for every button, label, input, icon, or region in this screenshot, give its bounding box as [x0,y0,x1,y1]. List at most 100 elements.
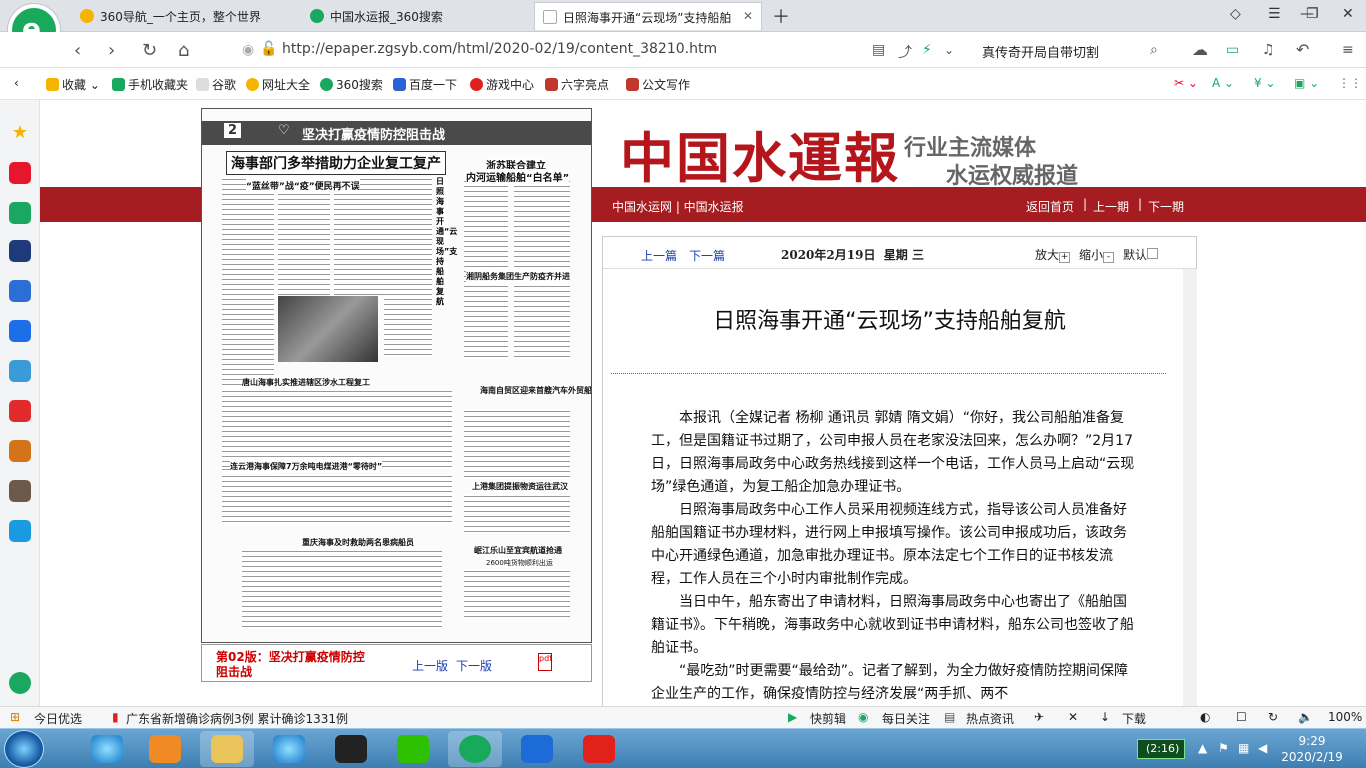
next-page-link[interactable]: 下一版 [456,657,492,674]
game-icon[interactable] [9,480,31,502]
cloud-icon[interactable]: ☁ [1192,40,1208,59]
prev-issue-link[interactable]: 上一期 [1093,198,1129,215]
ie-taskbar-button[interactable] [262,731,316,767]
bookmark-mobile[interactable]: 手机收藏夹 [112,76,188,93]
prev-page-link[interactable]: 上一版 [412,657,448,674]
download-icon: ↓ [1100,710,1111,724]
restore-button[interactable]: ❐ [1306,6,1319,22]
explorer-taskbar-button[interactable] [200,731,254,767]
zoom-out-button[interactable]: 缩小 - [1079,246,1115,263]
ff-taskbar-button[interactable] [572,731,626,767]
speaker-icon[interactable]: ◐ [1200,710,1210,724]
bookmark-games[interactable]: 游戏中心 [470,76,534,93]
lock-icon[interactable]: ✕ [1068,710,1078,724]
prev-article-link[interactable]: 上一篇 [641,247,677,264]
sound-icon[interactable]: 🔈 [1298,710,1313,724]
page-thumbnail[interactable]: 2 ♡ 坚决打赢疫情防控阻击战 海事部门多举措助力企业复工复产 “蓝丝带”战“疫… [201,108,592,643]
window-icon[interactable]: ☐ [1236,710,1247,724]
downloads[interactable]: 下载 [1122,710,1146,727]
red-app-icon[interactable] [9,400,31,422]
hot-news[interactable]: 热点资讯 [966,710,1014,727]
bookmark-favorites[interactable]: 收藏 ⌄ [46,76,100,93]
daily-focus[interactable]: 每日关注 [882,710,930,727]
pdf-icon[interactable]: pdf [538,653,552,671]
game-icon[interactable] [9,440,31,462]
close-window-button[interactable]: ✕ [1342,6,1354,22]
weibo-icon[interactable] [9,162,31,184]
bookmark-360search[interactable]: 360搜索 [320,76,383,93]
new-tab-button[interactable]: ＋ [772,3,790,29]
network-icon[interactable]: ▦ [1238,741,1249,755]
system-clock[interactable]: 9:29 2020/2/19 [1280,733,1344,765]
default-size-button[interactable]: 默认 [1123,246,1159,263]
bookmark-baidu[interactable]: 百度一下 [393,76,457,93]
pin-icon[interactable]: ✈ [1034,710,1044,724]
zoom-in-button[interactable]: 放大 + [1035,246,1071,263]
media-taskbar-button[interactable] [138,731,192,767]
battery-status[interactable]: (2:16) [1137,739,1185,759]
video-taskbar-button[interactable] [324,731,378,767]
home-icon[interactable]: ⌂ [178,40,189,61]
money-icon[interactable]: ¥ ⌄ [1254,76,1276,90]
add-icon[interactable] [9,672,31,694]
game-icon[interactable] [9,360,31,382]
home-link[interactable]: 返回首页 [1026,198,1074,215]
skin-icon[interactable]: ◇ [1230,6,1241,22]
article-date: 2020年2月19日 星期 三 [781,248,924,262]
word-icon[interactable] [9,280,31,302]
zoom-level[interactable]: 100% [1328,710,1362,724]
tab-360-nav[interactable]: 360导航_一个主页，整个世界 [72,2,300,30]
ie-taskbar-button[interactable] [80,731,134,767]
page-title-link[interactable]: 第02版：坚决打赢疫情防控阻击战 [216,650,376,680]
next-issue-link[interactable]: 下一期 [1148,198,1184,215]
bookmark-highlights[interactable]: 六字亮点 [545,76,609,93]
back-icon[interactable]: ‹ [74,40,81,61]
more-icon[interactable]: ≡ [1342,42,1354,58]
headphone-icon[interactable]: ♫ [1262,42,1275,58]
bookmark-google[interactable]: 谷歌 [196,76,236,93]
news-icon[interactable] [9,240,31,262]
wechat-taskbar-button[interactable] [386,731,440,767]
translate-icon[interactable]: A ⌄ [1212,76,1234,90]
reader-icon[interactable]: ▤ [872,42,885,58]
next-article-link[interactable]: 下一篇 [689,247,725,264]
menu-icon[interactable]: ☰ [1268,6,1281,22]
scissors-icon[interactable]: ✂ ⌄ [1174,76,1198,90]
mail-icon[interactable] [9,202,31,224]
share-icon[interactable]: ⤴ [898,42,912,62]
chevron-down-icon[interactable]: ⌄ [944,43,954,57]
volume-icon[interactable]: ◀ [1258,741,1267,755]
undo-icon[interactable]: ↶ [1296,40,1309,59]
address-bar[interactable]: ◉ 🔓 http://epaper.zgsyb.com/html/2020-02… [236,38,866,62]
forward-icon[interactable]: › [108,40,115,61]
game-pad-icon[interactable]: ▣ ⌄ [1294,76,1319,90]
tab-article[interactable]: 日照海事开通“云现场”支持船舶 ✕ [534,2,762,30]
refresh-icon[interactable]: ↻ [1268,710,1278,724]
speed-icon[interactable]: ⚡ [922,42,932,58]
bookmark-sites[interactable]: 网址大全 [246,76,310,93]
wps-taskbar-button[interactable] [510,731,564,767]
p-app-icon[interactable] [9,520,31,542]
tab-360-search[interactable]: 中国水运报_360搜索 [302,2,530,30]
search-icon[interactable]: ⌕ [1150,42,1158,58]
site-links[interactable]: 中国水运网 | 中国水运报 [612,198,744,215]
news-ticker[interactable]: 广东省新增确诊病例3例 累计确诊1331例 [126,710,348,727]
close-tab-icon[interactable]: ✕ [743,9,753,23]
refresh-icon[interactable]: ↻ [142,40,157,61]
today-picks[interactable]: 今日优选 [34,710,82,727]
flag-icon[interactable]: ⚑ [1218,741,1229,755]
bookmarks-bar: ‹ 收藏 ⌄ 手机收藏夹 谷歌 网址大全 360搜索 百度一下 游戏中心 六字亮… [0,68,1366,100]
start-button[interactable] [4,730,44,768]
grid-icon[interactable]: ⊞ [10,710,20,724]
browser-360-taskbar-button[interactable] [448,731,502,767]
grid-icon[interactable]: ⋮⋮ [1338,76,1362,90]
bookmark-docs[interactable]: 公文写作 [626,76,690,93]
show-hidden-icon[interactable]: ▲ [1198,741,1207,755]
favorites-icon[interactable]: ★ [9,122,31,144]
scrollbar[interactable] [1183,269,1197,706]
battery-icon[interactable]: ▭ [1226,42,1239,58]
chat-icon[interactable] [9,320,31,342]
quick-clip[interactable]: 快剪辑 [810,710,846,727]
search-box[interactable]: 真传奇开局自带切割 [972,38,1172,62]
collapse-icon[interactable]: ‹ [14,76,19,90]
